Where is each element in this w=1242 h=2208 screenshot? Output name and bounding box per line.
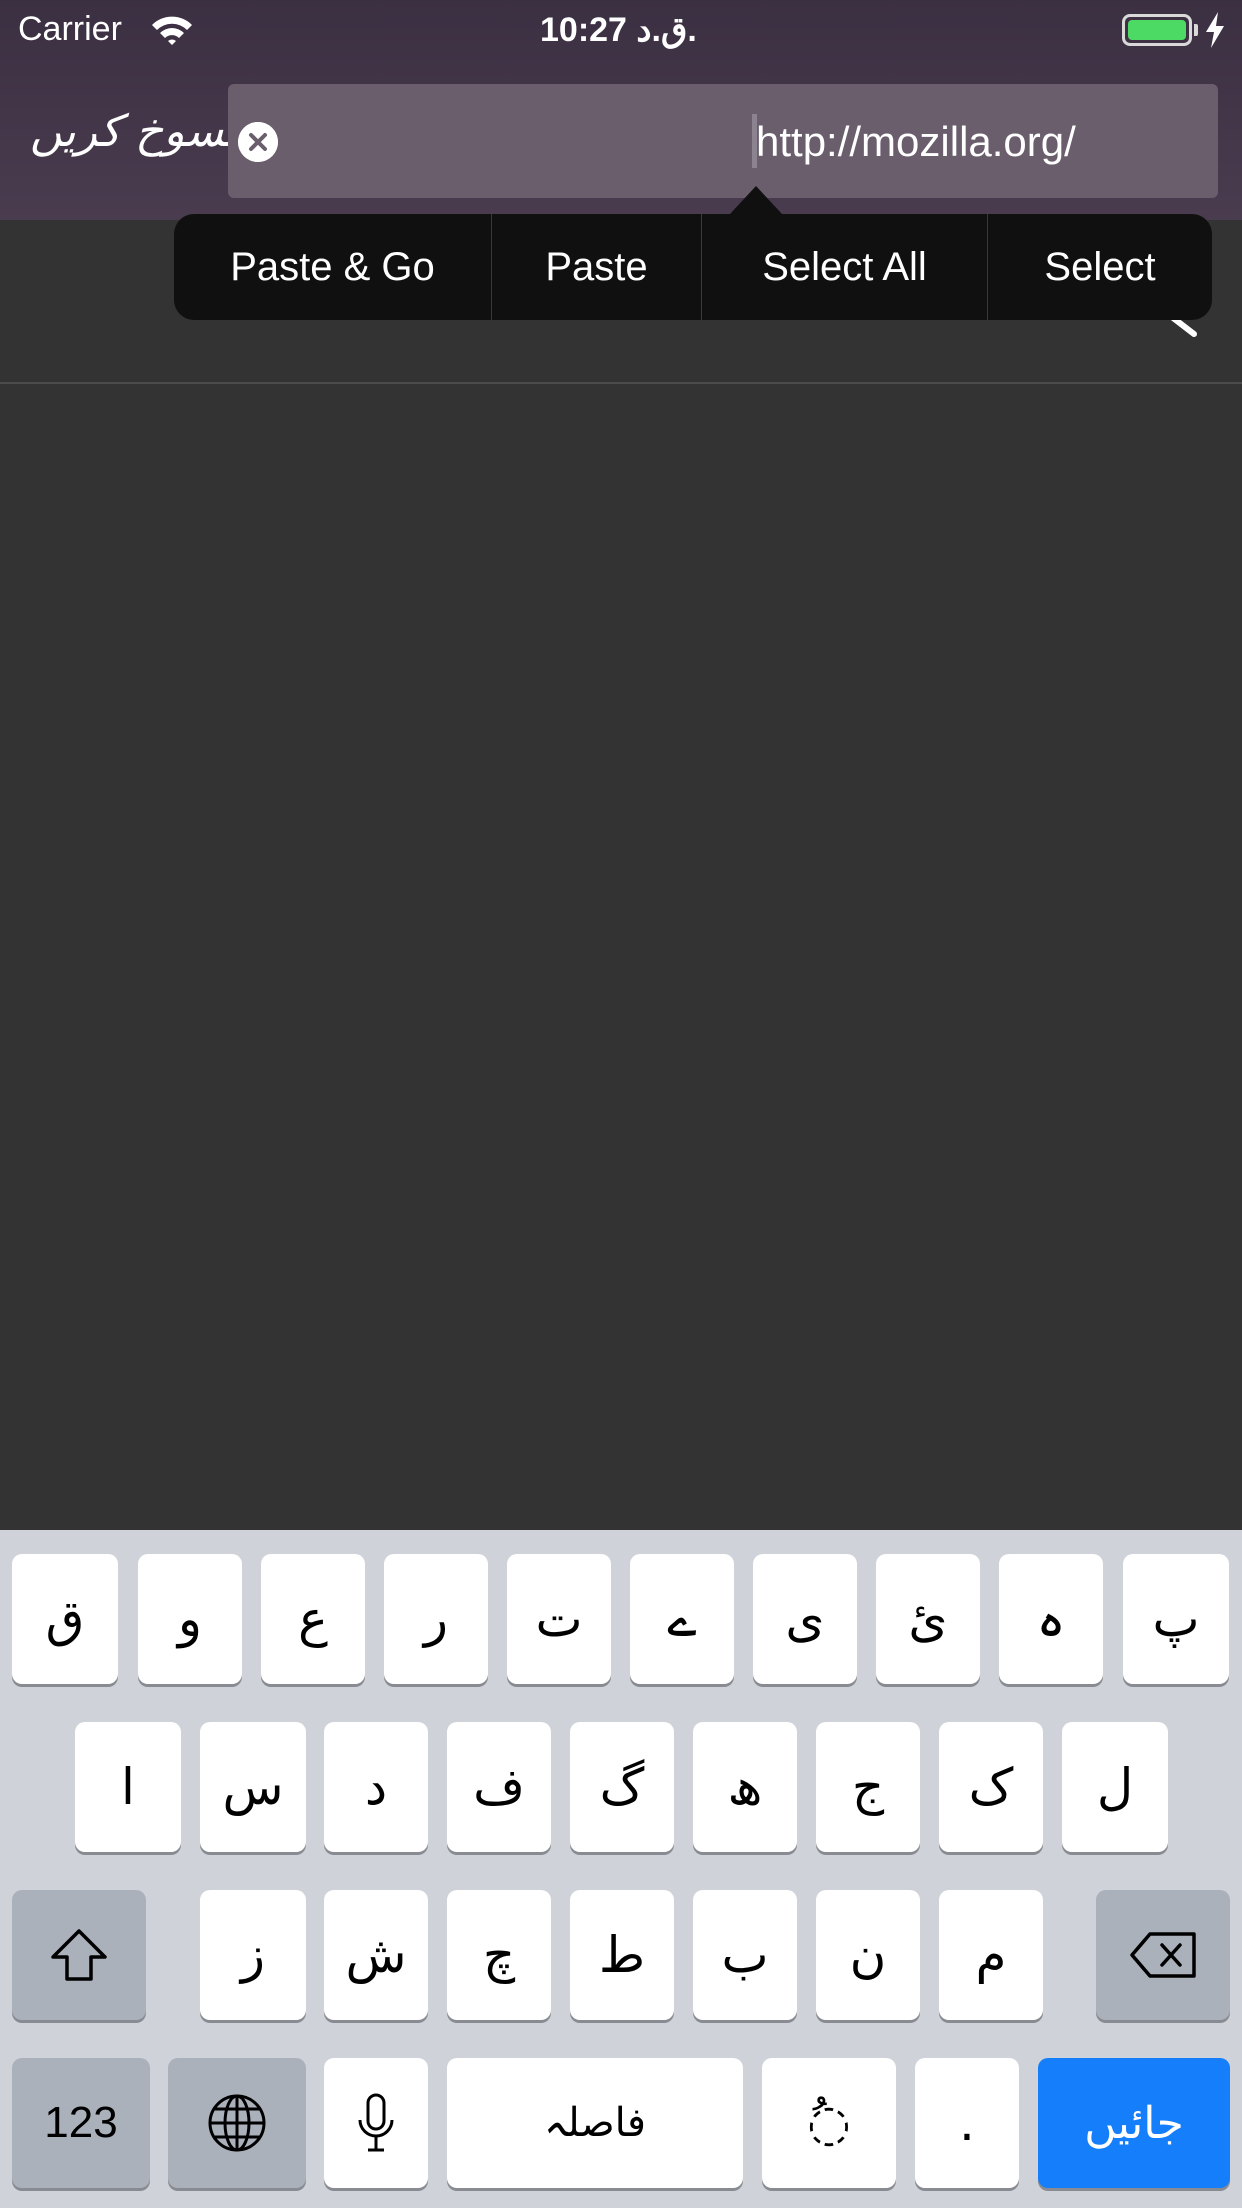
wifi-icon bbox=[150, 14, 194, 46]
space-key[interactable]: فاصلہ bbox=[447, 2058, 743, 2188]
key-row2-3[interactable]: د bbox=[324, 1722, 428, 1852]
globe-key[interactable] bbox=[168, 2058, 306, 2188]
key-row2-6[interactable]: ھ bbox=[693, 1722, 797, 1852]
diacritic-key[interactable]: ُ◌ bbox=[762, 2058, 896, 2188]
carrier-label: Carrier bbox=[18, 10, 122, 48]
edit-menu-arrow bbox=[730, 186, 782, 214]
key-row1-9[interactable]: ہ bbox=[999, 1554, 1103, 1684]
key-row1-7[interactable]: ی bbox=[753, 1554, 857, 1684]
key-row3-4[interactable]: ط bbox=[570, 1890, 674, 2020]
key-row2-2[interactable]: س bbox=[200, 1722, 306, 1852]
url-text[interactable]: http://mozilla.org/ bbox=[756, 118, 1076, 166]
key-row2-1[interactable]: ا bbox=[75, 1722, 181, 1852]
key-row1-2[interactable]: و bbox=[138, 1554, 242, 1684]
key-row3-2[interactable]: ش bbox=[324, 1890, 428, 2020]
key-row3-3[interactable]: چ bbox=[447, 1890, 551, 2020]
battery-icon bbox=[1122, 14, 1192, 46]
globe-icon bbox=[206, 2092, 268, 2154]
key-row1-8[interactable]: ئ bbox=[876, 1554, 980, 1684]
shift-icon bbox=[49, 1927, 109, 1983]
clear-url-icon[interactable] bbox=[238, 122, 278, 162]
microphone-icon bbox=[356, 2092, 396, 2154]
shift-key[interactable] bbox=[12, 1890, 146, 2020]
key-row1-1[interactable]: ق bbox=[12, 1554, 118, 1684]
key-row1-5[interactable]: ت bbox=[507, 1554, 611, 1684]
menu-select[interactable]: Select bbox=[988, 214, 1212, 320]
key-row3-7[interactable]: م bbox=[939, 1890, 1043, 2020]
key-row1-3[interactable]: ع bbox=[261, 1554, 365, 1684]
key-row3-5[interactable]: ب bbox=[693, 1890, 797, 2020]
go-key[interactable]: جائیں bbox=[1038, 2058, 1230, 2188]
menu-paste-and-go[interactable]: Paste & Go bbox=[174, 214, 492, 320]
backspace-key[interactable] bbox=[1096, 1890, 1230, 2020]
status-bar: Carrier 10:27 ق.د. bbox=[0, 0, 1242, 62]
key-row3-1[interactable]: ز bbox=[200, 1890, 306, 2020]
key-row2-9[interactable]: ل bbox=[1062, 1722, 1168, 1852]
keyboard: ق و ع ر ت ے ی ئ ہ پ ا س د ف گ ھ ج ک ل ز … bbox=[0, 1530, 1242, 2208]
key-row2-8[interactable]: ک bbox=[939, 1722, 1043, 1852]
numbers-key[interactable]: 123 bbox=[12, 2058, 150, 2188]
key-row2-4[interactable]: ف bbox=[447, 1722, 551, 1852]
microphone-key[interactable] bbox=[324, 2058, 428, 2188]
key-row1-6[interactable]: ے bbox=[630, 1554, 734, 1684]
backspace-icon bbox=[1128, 1930, 1198, 1980]
charging-bolt-icon bbox=[1202, 10, 1228, 50]
key-row2-7[interactable]: ج bbox=[816, 1722, 920, 1852]
battery-cap bbox=[1194, 24, 1198, 36]
menu-select-all[interactable]: Select All bbox=[702, 214, 988, 320]
period-key[interactable]: . bbox=[915, 2058, 1019, 2188]
key-row3-6[interactable]: ن bbox=[816, 1890, 920, 2020]
edit-menu: Paste & Go Paste Select All Select bbox=[174, 214, 1212, 320]
menu-paste[interactable]: Paste bbox=[492, 214, 702, 320]
clock: 10:27 ق.د. bbox=[540, 11, 697, 49]
key-row2-5[interactable]: گ bbox=[570, 1722, 674, 1852]
key-row1-10[interactable]: پ bbox=[1123, 1554, 1229, 1684]
key-row1-4[interactable]: ر bbox=[384, 1554, 488, 1684]
